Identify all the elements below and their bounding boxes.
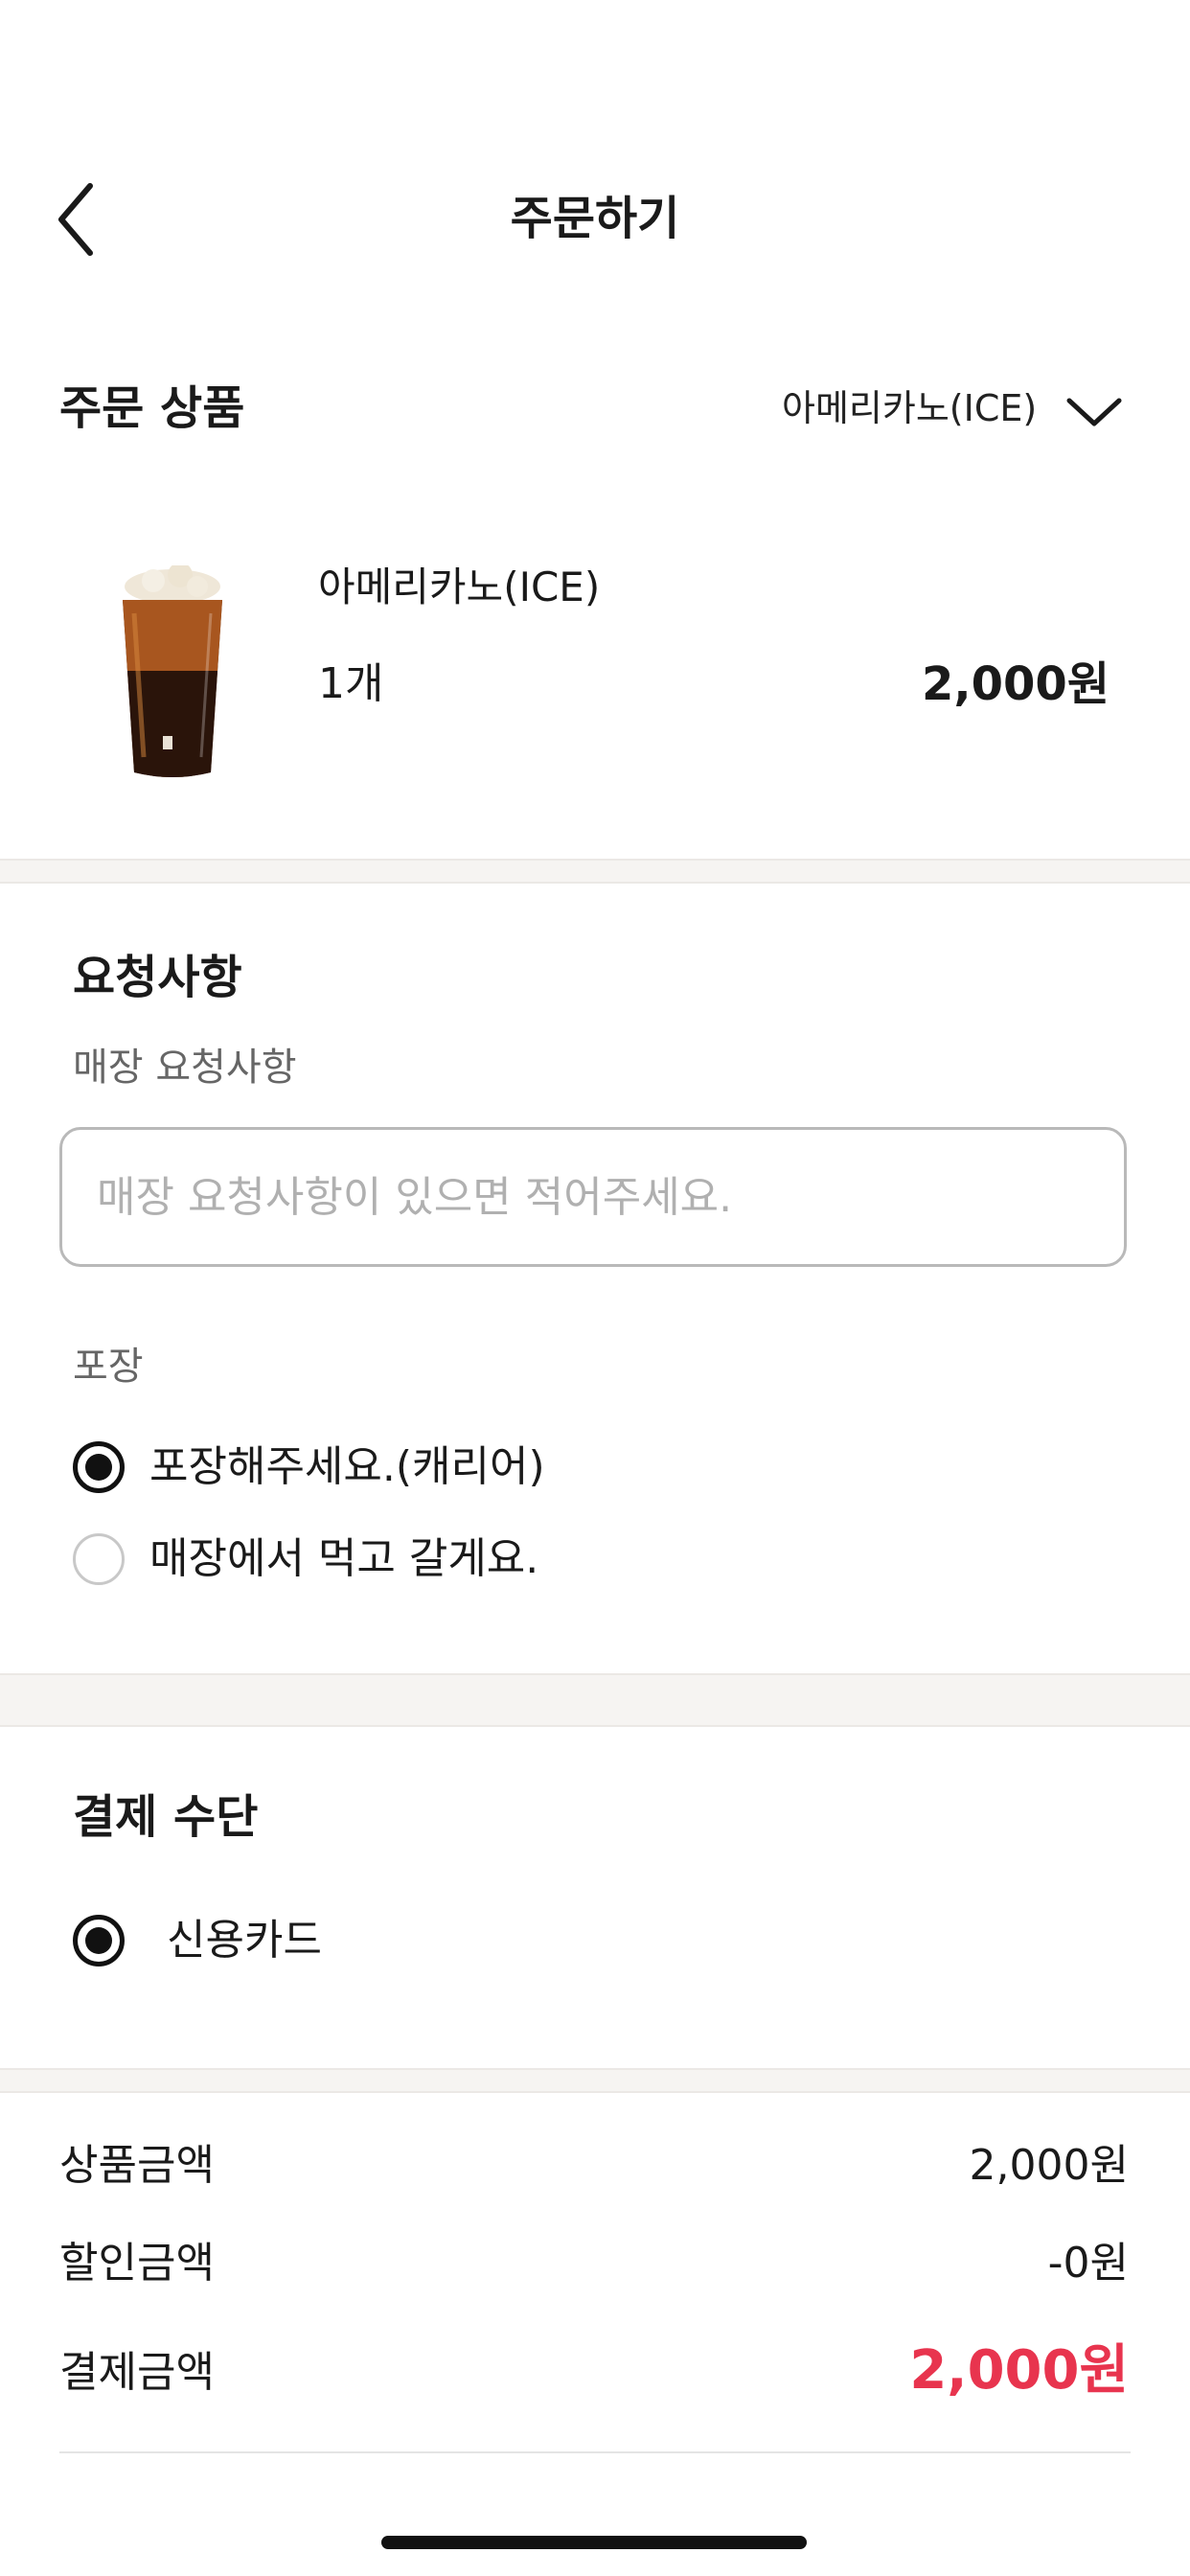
packaging-option-dine-in[interactable]: 매장에서 먹고 갈게요. (73, 1526, 538, 1593)
product-name: 아메리카노(ICE) (318, 564, 601, 610)
order-section-title: 주문 상품 (59, 381, 245, 435)
discount-amount-label: 할인금액 (59, 2239, 215, 2288)
page-title: 주문하기 (510, 192, 680, 245)
radio-unselected-icon[interactable] (73, 1533, 125, 1585)
product-quantity: 1개 (318, 659, 384, 708)
product-amount-label: 상품금액 (59, 2141, 215, 2190)
payment-section-title: 결제 수단 (73, 1790, 259, 1844)
home-indicator[interactable] (381, 2536, 807, 2549)
request-section-title: 요청사항 (73, 951, 242, 1004)
section-divider (0, 1673, 1190, 1727)
section-divider (0, 859, 1190, 884)
section-divider (0, 2068, 1190, 2093)
packaging-option-label: 매장에서 먹고 갈게요. (149, 1534, 539, 1583)
product-selector-label: 아메리카노(ICE) (782, 387, 1038, 429)
iced-americano-image (105, 563, 240, 786)
store-request-label: 매장 요청사항 (73, 1046, 297, 1090)
packaging-option-label: 포장해주세요.(캐리어) (149, 1442, 545, 1491)
packaging-option-takeout[interactable]: 포장해주세요.(캐리어) (73, 1434, 545, 1501)
discount-amount-value: -0원 (1047, 2239, 1129, 2288)
total-amount-value: 2,000원 (909, 2339, 1129, 2402)
bottom-divider (59, 2451, 1131, 2453)
product-amount-value: 2,000원 (969, 2141, 1129, 2190)
radio-selected-icon[interactable] (73, 1915, 125, 1966)
radio-selected-icon[interactable] (73, 1441, 125, 1493)
chevron-down-icon (1066, 398, 1122, 426)
store-request-input[interactable] (59, 1127, 1127, 1267)
product-price: 2,000원 (922, 657, 1110, 711)
payment-method-label: 신용카드 (167, 1916, 322, 1965)
packaging-label: 포장 (73, 1345, 144, 1389)
payment-method-credit-card[interactable]: 신용카드 (73, 1907, 322, 1974)
product-selector-dropdown[interactable]: 아메리카노(ICE) (776, 380, 1131, 447)
total-amount-label: 결제금액 (59, 2348, 215, 2397)
